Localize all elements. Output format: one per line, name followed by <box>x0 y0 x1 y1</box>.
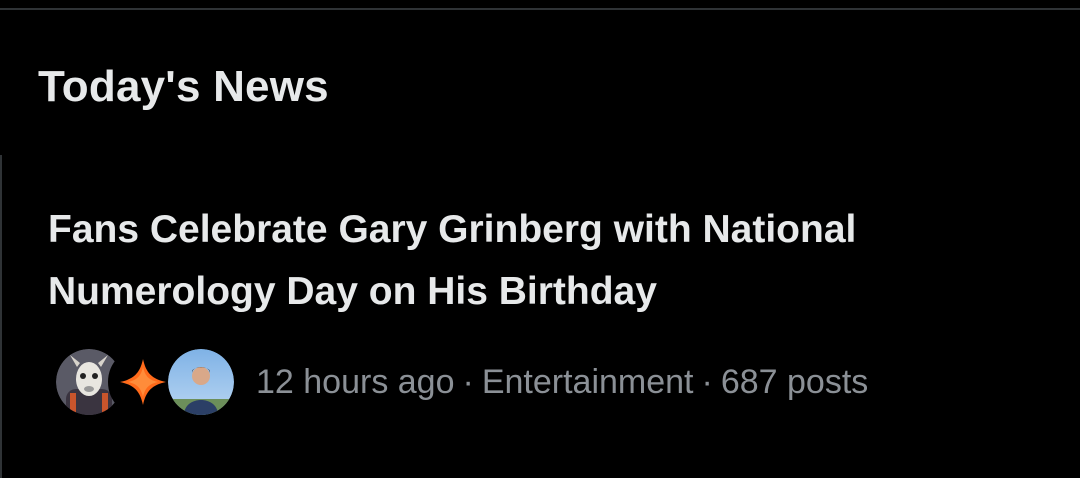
person-icon <box>168 349 234 415</box>
section-title: Today's News <box>38 62 329 111</box>
meta-separator: · <box>462 362 474 401</box>
news-meta-text: 12 hours ago · Entertainment · 687 posts <box>256 363 868 402</box>
top-divider <box>0 8 1080 10</box>
news-item[interactable]: Fans Celebrate Gary Grinberg with Nation… <box>2 155 1080 478</box>
category-label: Entertainment <box>481 362 694 401</box>
meta-separator: · <box>701 362 713 401</box>
post-count: 687 posts <box>720 362 869 401</box>
avatar-stack <box>54 347 240 417</box>
time-ago: 12 hours ago <box>256 362 455 401</box>
person-avatar <box>166 347 236 417</box>
news-headline[interactable]: Fans Celebrate Gary Grinberg with Nation… <box>48 199 1048 323</box>
news-meta-row: 12 hours ago · Entertainment · 687 posts <box>54 347 868 417</box>
